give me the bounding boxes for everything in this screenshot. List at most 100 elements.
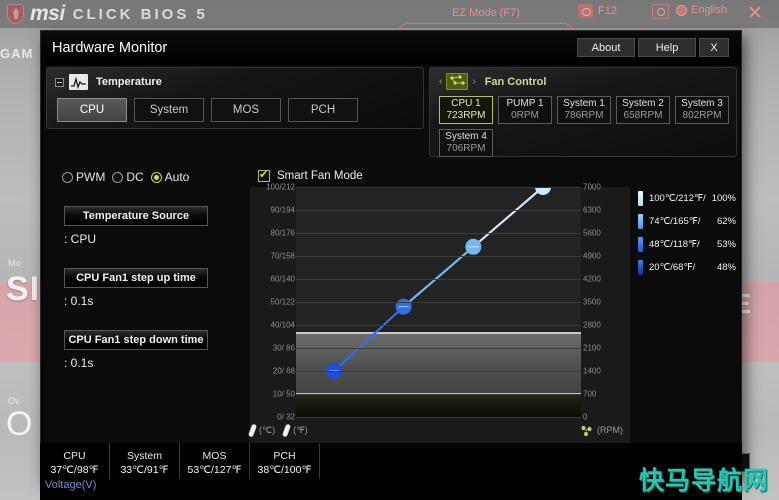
smart-fan-mode-toggle[interactable]: Smart Fan Mode <box>258 168 363 182</box>
f12-label: F12 <box>598 5 617 17</box>
status-cell-system: System 33℃/91℉ <box>110 443 180 479</box>
bios-top-bar: msi CLICK BIOS 5 EZ Mode (F7) F12 Englis… <box>0 0 779 28</box>
fan-button-system1[interactable]: System 1 786RPM <box>557 96 611 124</box>
status-cell-pch: PCH 38℃/100℉ <box>250 443 320 479</box>
fan-button-system3[interactable]: System 3 802RPM <box>675 96 729 124</box>
smart-fan-mode-label: Smart Fan Mode <box>277 170 363 182</box>
chart-gridline <box>296 348 581 349</box>
background-gaming-text: GAM <box>0 46 34 61</box>
thermometer-icon <box>282 423 292 437</box>
legend-label: 74℃/165℉/ <box>649 216 701 227</box>
step-down-time-button[interactable]: CPU Fan1 step down time <box>64 330 208 350</box>
temperature-source-value: : CPU <box>64 232 97 246</box>
y-axis-tick-left: 100/212 <box>266 182 295 192</box>
fan-control-section-label: Fan Control <box>484 75 547 88</box>
tab-cpu[interactable]: CPU <box>57 98 127 122</box>
watermark: 快马导航网 <box>638 466 769 495</box>
status-value: 33℃/91℉ <box>120 463 169 476</box>
chart-gridline <box>296 325 581 326</box>
radio-auto[interactable]: Auto <box>150 170 195 184</box>
fan-control-panel: ‹ › Fan Control CPU 1 723RPM PUMP 1 0RPM… <box>429 67 737 157</box>
click-bios-text: CLICK BIOS 5 <box>72 5 208 23</box>
y-axis-tick-right: 3500 <box>583 297 601 307</box>
chart-legend: 100℃/212℉/ 100% 74℃/165℉/ 62% 48℃/118℉/ … <box>638 187 736 279</box>
y-axis-tick-left: 70/158 <box>270 251 295 261</box>
window-body: Temperature CPU System MOS PCH ‹ › Fan C… <box>44 65 750 478</box>
tab-pch[interactable]: PCH <box>288 98 358 122</box>
window-title-bar: Hardware Monitor About Help X <box>41 31 741 65</box>
chart-canvas[interactable] <box>296 187 581 418</box>
temperature-tabs: CPU System MOS PCH <box>57 98 423 122</box>
page-title: Hardware Monitor <box>52 40 168 56</box>
y-axis-tick-left: 50/122 <box>270 297 295 307</box>
language-selector[interactable]: English <box>676 4 727 16</box>
collapse-icon[interactable] <box>55 77 64 87</box>
msi-brand-text: msi <box>30 2 65 25</box>
close-icon[interactable]: ✕ <box>747 2 763 25</box>
y-axis-tick-right: 4900 <box>583 251 601 261</box>
checkbox-checked-icon <box>258 168 270 182</box>
voltage-section-label[interactable]: Voltage(V) <box>45 479 742 491</box>
legend-item: 100℃/212℉/ 100% <box>638 187 736 210</box>
y-axis-tick-right: 1400 <box>583 366 601 376</box>
close-window-button[interactable]: X <box>699 38 729 57</box>
temperature-source-button[interactable]: Temperature Source <box>64 206 208 226</box>
globe-icon <box>676 4 687 16</box>
status-name: MOS <box>202 449 227 462</box>
step-up-time-value: : 0.1s <box>64 294 94 308</box>
status-cell-mos: MOS 53℃/127℉ <box>180 443 250 479</box>
tab-mos[interactable]: MOS <box>211 98 281 122</box>
legend-color-swatch <box>638 191 643 206</box>
radio-pwm-label: PWM <box>76 170 106 184</box>
fan-rpm: 0RPM <box>511 110 539 121</box>
help-button[interactable]: Help <box>638 38 696 57</box>
fan-button-system2[interactable]: System 2 658RPM <box>616 96 670 124</box>
rpm-unit-label: (RPM) <box>597 425 623 435</box>
fan-buttons-group: CPU 1 723RPM PUMP 1 0RPM System 1 786RPM… <box>439 96 731 157</box>
msi-shield-icon <box>7 4 24 24</box>
celsius-unit-label: (℃) <box>259 424 276 435</box>
f12-screenshot-button[interactable]: F12 <box>578 4 617 18</box>
y-axis-tick-right: 700 <box>583 389 597 399</box>
fan-name: System 2 <box>622 98 664 109</box>
chart-y-axis-right: 7000 6300 5600 4900 4200 3500 2800 2100 1400 700 0 <box>583 183 623 422</box>
status-bar: CPU 37℃/98℉ System 33℃/91℉ MOS 53℃/127℉ … <box>40 443 742 500</box>
step-up-time-button[interactable]: CPU Fan1 step up time <box>64 268 208 288</box>
fan-rpm: 723RPM <box>446 110 486 121</box>
y-axis-tick-right: 2100 <box>583 343 601 353</box>
legend-item: 20℃/68℉/ 48% <box>638 256 736 279</box>
radio-dc-label: DC <box>126 170 144 184</box>
radio-dot-icon <box>62 171 73 183</box>
chart-gridline <box>296 417 581 418</box>
fan-button-cpu1[interactable]: CPU 1 723RPM <box>439 96 493 124</box>
chart-gridline <box>296 233 581 234</box>
search-icon[interactable] <box>652 4 669 19</box>
status-readings: CPU 37℃/98℉ System 33℃/91℉ MOS 53℃/127℉ … <box>40 443 742 479</box>
y-axis-tick-left: 10/ 50 <box>272 389 295 399</box>
step-down-time-value: : 0.1s <box>64 356 94 370</box>
curve-point-handle[interactable] <box>535 187 551 195</box>
legend-color-swatch <box>638 237 643 252</box>
y-axis-tick-left: 80/176 <box>270 228 295 238</box>
temperature-panel: Temperature CPU System MOS PCH <box>46 67 424 129</box>
radio-pwm[interactable]: PWM <box>62 170 110 184</box>
about-button[interactable]: About <box>577 38 635 57</box>
y-axis-tick-right: 4200 <box>583 274 601 284</box>
tab-system[interactable]: System <box>134 98 204 122</box>
ez-mode-label: EZ Mode (F7) <box>452 7 520 19</box>
ez-mode-button[interactable]: EZ Mode (F7) <box>406 3 566 24</box>
thermometer-icon <box>247 423 258 437</box>
background-o-text: O <box>6 405 33 443</box>
fan-name: CPU 1 <box>451 98 481 109</box>
fan-button-system4[interactable]: System 4 706RPM <box>439 129 493 157</box>
radio-dc[interactable]: DC <box>112 170 148 184</box>
legend-item: 74℃/165℉/ 62% <box>638 210 736 233</box>
fan-rpm: 706RPM <box>446 143 486 154</box>
fan-button-pump1[interactable]: PUMP 1 0RPM <box>498 96 552 124</box>
chart-gridline <box>296 279 581 280</box>
curve-segment <box>333 305 405 372</box>
status-name: PCH <box>273 449 296 462</box>
chevron-left-icon[interactable]: ‹ <box>439 76 442 87</box>
fan-control-icon <box>446 73 469 90</box>
chevron-right-icon[interactable]: › <box>472 76 475 87</box>
